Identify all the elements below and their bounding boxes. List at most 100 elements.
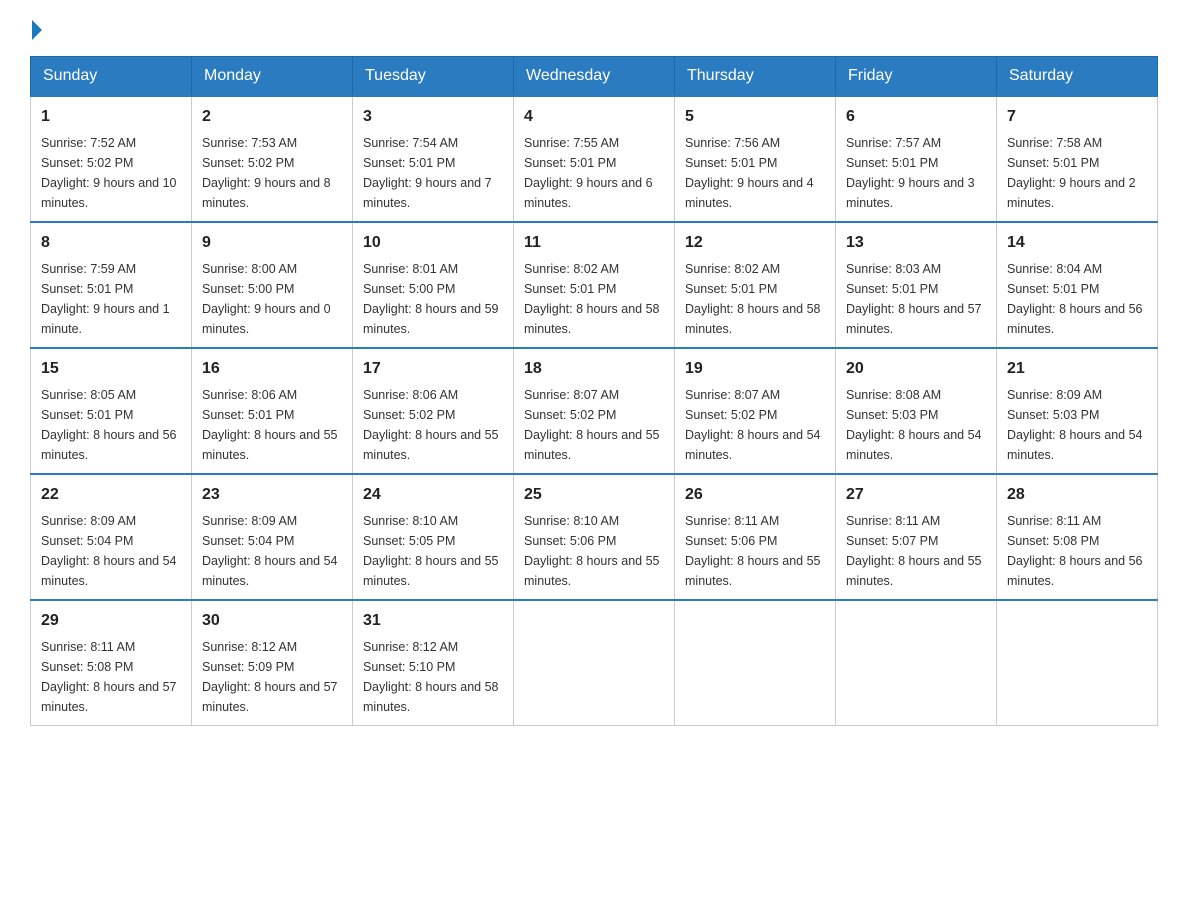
day-number: 3 xyxy=(363,105,503,129)
cell-content: Sunrise: 8:00 AM Sunset: 5:00 PM Dayligh… xyxy=(202,259,342,339)
calendar-week-row: 22 Sunrise: 8:09 AM Sunset: 5:04 PM Dayl… xyxy=(31,474,1158,600)
cell-content: Sunrise: 8:10 AM Sunset: 5:06 PM Dayligh… xyxy=(524,511,664,591)
cell-content: Sunrise: 8:06 AM Sunset: 5:01 PM Dayligh… xyxy=(202,385,342,465)
day-number: 29 xyxy=(41,609,181,633)
calendar-day-cell: 26 Sunrise: 8:11 AM Sunset: 5:06 PM Dayl… xyxy=(675,474,836,600)
day-number: 13 xyxy=(846,231,986,255)
day-number: 21 xyxy=(1007,357,1147,381)
day-number: 6 xyxy=(846,105,986,129)
logo xyxy=(30,20,44,40)
calendar-day-cell: 9 Sunrise: 8:00 AM Sunset: 5:00 PM Dayli… xyxy=(192,222,353,348)
calendar-day-cell: 5 Sunrise: 7:56 AM Sunset: 5:01 PM Dayli… xyxy=(675,96,836,222)
day-number: 17 xyxy=(363,357,503,381)
calendar-day-cell xyxy=(836,600,997,726)
cell-content: Sunrise: 7:52 AM Sunset: 5:02 PM Dayligh… xyxy=(41,133,181,213)
cell-content: Sunrise: 8:05 AM Sunset: 5:01 PM Dayligh… xyxy=(41,385,181,465)
day-number: 28 xyxy=(1007,483,1147,507)
calendar-day-cell: 4 Sunrise: 7:55 AM Sunset: 5:01 PM Dayli… xyxy=(514,96,675,222)
calendar-day-cell: 7 Sunrise: 7:58 AM Sunset: 5:01 PM Dayli… xyxy=(997,96,1158,222)
calendar-day-cell xyxy=(997,600,1158,726)
cell-content: Sunrise: 8:09 AM Sunset: 5:04 PM Dayligh… xyxy=(202,511,342,591)
calendar-day-cell: 11 Sunrise: 8:02 AM Sunset: 5:01 PM Dayl… xyxy=(514,222,675,348)
cell-content: Sunrise: 8:11 AM Sunset: 5:08 PM Dayligh… xyxy=(41,637,181,717)
day-number: 30 xyxy=(202,609,342,633)
day-number: 11 xyxy=(524,231,664,255)
day-of-week-header: Sunday xyxy=(31,57,192,97)
day-number: 26 xyxy=(685,483,825,507)
cell-content: Sunrise: 7:53 AM Sunset: 5:02 PM Dayligh… xyxy=(202,133,342,213)
calendar-day-cell: 23 Sunrise: 8:09 AM Sunset: 5:04 PM Dayl… xyxy=(192,474,353,600)
calendar-day-cell: 18 Sunrise: 8:07 AM Sunset: 5:02 PM Dayl… xyxy=(514,348,675,474)
day-number: 10 xyxy=(363,231,503,255)
cell-content: Sunrise: 8:07 AM Sunset: 5:02 PM Dayligh… xyxy=(524,385,664,465)
calendar-day-cell xyxy=(514,600,675,726)
calendar-day-cell: 6 Sunrise: 7:57 AM Sunset: 5:01 PM Dayli… xyxy=(836,96,997,222)
logo-arrow-icon xyxy=(32,20,42,40)
calendar-day-cell: 24 Sunrise: 8:10 AM Sunset: 5:05 PM Dayl… xyxy=(353,474,514,600)
calendar-day-cell: 31 Sunrise: 8:12 AM Sunset: 5:10 PM Dayl… xyxy=(353,600,514,726)
day-number: 8 xyxy=(41,231,181,255)
day-of-week-header: Thursday xyxy=(675,57,836,97)
calendar-day-cell: 30 Sunrise: 8:12 AM Sunset: 5:09 PM Dayl… xyxy=(192,600,353,726)
calendar-day-cell: 16 Sunrise: 8:06 AM Sunset: 5:01 PM Dayl… xyxy=(192,348,353,474)
day-of-week-header: Saturday xyxy=(997,57,1158,97)
day-number: 4 xyxy=(524,105,664,129)
cell-content: Sunrise: 8:03 AM Sunset: 5:01 PM Dayligh… xyxy=(846,259,986,339)
day-of-week-header: Friday xyxy=(836,57,997,97)
cell-content: Sunrise: 8:06 AM Sunset: 5:02 PM Dayligh… xyxy=(363,385,503,465)
cell-content: Sunrise: 8:12 AM Sunset: 5:10 PM Dayligh… xyxy=(363,637,503,717)
calendar-day-cell: 14 Sunrise: 8:04 AM Sunset: 5:01 PM Dayl… xyxy=(997,222,1158,348)
cell-content: Sunrise: 8:09 AM Sunset: 5:04 PM Dayligh… xyxy=(41,511,181,591)
calendar-day-cell: 20 Sunrise: 8:08 AM Sunset: 5:03 PM Dayl… xyxy=(836,348,997,474)
page-header xyxy=(30,20,1158,40)
calendar-day-cell: 12 Sunrise: 8:02 AM Sunset: 5:01 PM Dayl… xyxy=(675,222,836,348)
calendar-day-cell: 17 Sunrise: 8:06 AM Sunset: 5:02 PM Dayl… xyxy=(353,348,514,474)
cell-content: Sunrise: 8:09 AM Sunset: 5:03 PM Dayligh… xyxy=(1007,385,1147,465)
day-number: 25 xyxy=(524,483,664,507)
day-number: 18 xyxy=(524,357,664,381)
calendar-day-cell: 27 Sunrise: 8:11 AM Sunset: 5:07 PM Dayl… xyxy=(836,474,997,600)
cell-content: Sunrise: 8:11 AM Sunset: 5:08 PM Dayligh… xyxy=(1007,511,1147,591)
calendar-day-cell: 1 Sunrise: 7:52 AM Sunset: 5:02 PM Dayli… xyxy=(31,96,192,222)
calendar-day-cell: 2 Sunrise: 7:53 AM Sunset: 5:02 PM Dayli… xyxy=(192,96,353,222)
day-number: 19 xyxy=(685,357,825,381)
calendar-day-cell: 3 Sunrise: 7:54 AM Sunset: 5:01 PM Dayli… xyxy=(353,96,514,222)
calendar-day-cell: 22 Sunrise: 8:09 AM Sunset: 5:04 PM Dayl… xyxy=(31,474,192,600)
cell-content: Sunrise: 8:01 AM Sunset: 5:00 PM Dayligh… xyxy=(363,259,503,339)
cell-content: Sunrise: 7:55 AM Sunset: 5:01 PM Dayligh… xyxy=(524,133,664,213)
calendar-day-cell xyxy=(675,600,836,726)
calendar-week-row: 15 Sunrise: 8:05 AM Sunset: 5:01 PM Dayl… xyxy=(31,348,1158,474)
cell-content: Sunrise: 8:12 AM Sunset: 5:09 PM Dayligh… xyxy=(202,637,342,717)
day-of-week-header: Monday xyxy=(192,57,353,97)
calendar-week-row: 1 Sunrise: 7:52 AM Sunset: 5:02 PM Dayli… xyxy=(31,96,1158,222)
day-number: 31 xyxy=(363,609,503,633)
cell-content: Sunrise: 8:02 AM Sunset: 5:01 PM Dayligh… xyxy=(685,259,825,339)
day-number: 14 xyxy=(1007,231,1147,255)
cell-content: Sunrise: 8:04 AM Sunset: 5:01 PM Dayligh… xyxy=(1007,259,1147,339)
day-number: 7 xyxy=(1007,105,1147,129)
day-number: 20 xyxy=(846,357,986,381)
calendar-header-row: SundayMondayTuesdayWednesdayThursdayFrid… xyxy=(31,57,1158,97)
cell-content: Sunrise: 8:07 AM Sunset: 5:02 PM Dayligh… xyxy=(685,385,825,465)
cell-content: Sunrise: 8:10 AM Sunset: 5:05 PM Dayligh… xyxy=(363,511,503,591)
calendar-day-cell: 25 Sunrise: 8:10 AM Sunset: 5:06 PM Dayl… xyxy=(514,474,675,600)
day-number: 15 xyxy=(41,357,181,381)
day-number: 22 xyxy=(41,483,181,507)
cell-content: Sunrise: 7:56 AM Sunset: 5:01 PM Dayligh… xyxy=(685,133,825,213)
calendar-day-cell: 15 Sunrise: 8:05 AM Sunset: 5:01 PM Dayl… xyxy=(31,348,192,474)
calendar-week-row: 8 Sunrise: 7:59 AM Sunset: 5:01 PM Dayli… xyxy=(31,222,1158,348)
day-number: 9 xyxy=(202,231,342,255)
calendar-day-cell: 28 Sunrise: 8:11 AM Sunset: 5:08 PM Dayl… xyxy=(997,474,1158,600)
day-of-week-header: Tuesday xyxy=(353,57,514,97)
day-number: 23 xyxy=(202,483,342,507)
cell-content: Sunrise: 7:54 AM Sunset: 5:01 PM Dayligh… xyxy=(363,133,503,213)
day-number: 5 xyxy=(685,105,825,129)
calendar-day-cell: 8 Sunrise: 7:59 AM Sunset: 5:01 PM Dayli… xyxy=(31,222,192,348)
day-number: 1 xyxy=(41,105,181,129)
day-number: 2 xyxy=(202,105,342,129)
day-number: 27 xyxy=(846,483,986,507)
day-number: 16 xyxy=(202,357,342,381)
cell-content: Sunrise: 8:08 AM Sunset: 5:03 PM Dayligh… xyxy=(846,385,986,465)
calendar-week-row: 29 Sunrise: 8:11 AM Sunset: 5:08 PM Dayl… xyxy=(31,600,1158,726)
cell-content: Sunrise: 7:58 AM Sunset: 5:01 PM Dayligh… xyxy=(1007,133,1147,213)
